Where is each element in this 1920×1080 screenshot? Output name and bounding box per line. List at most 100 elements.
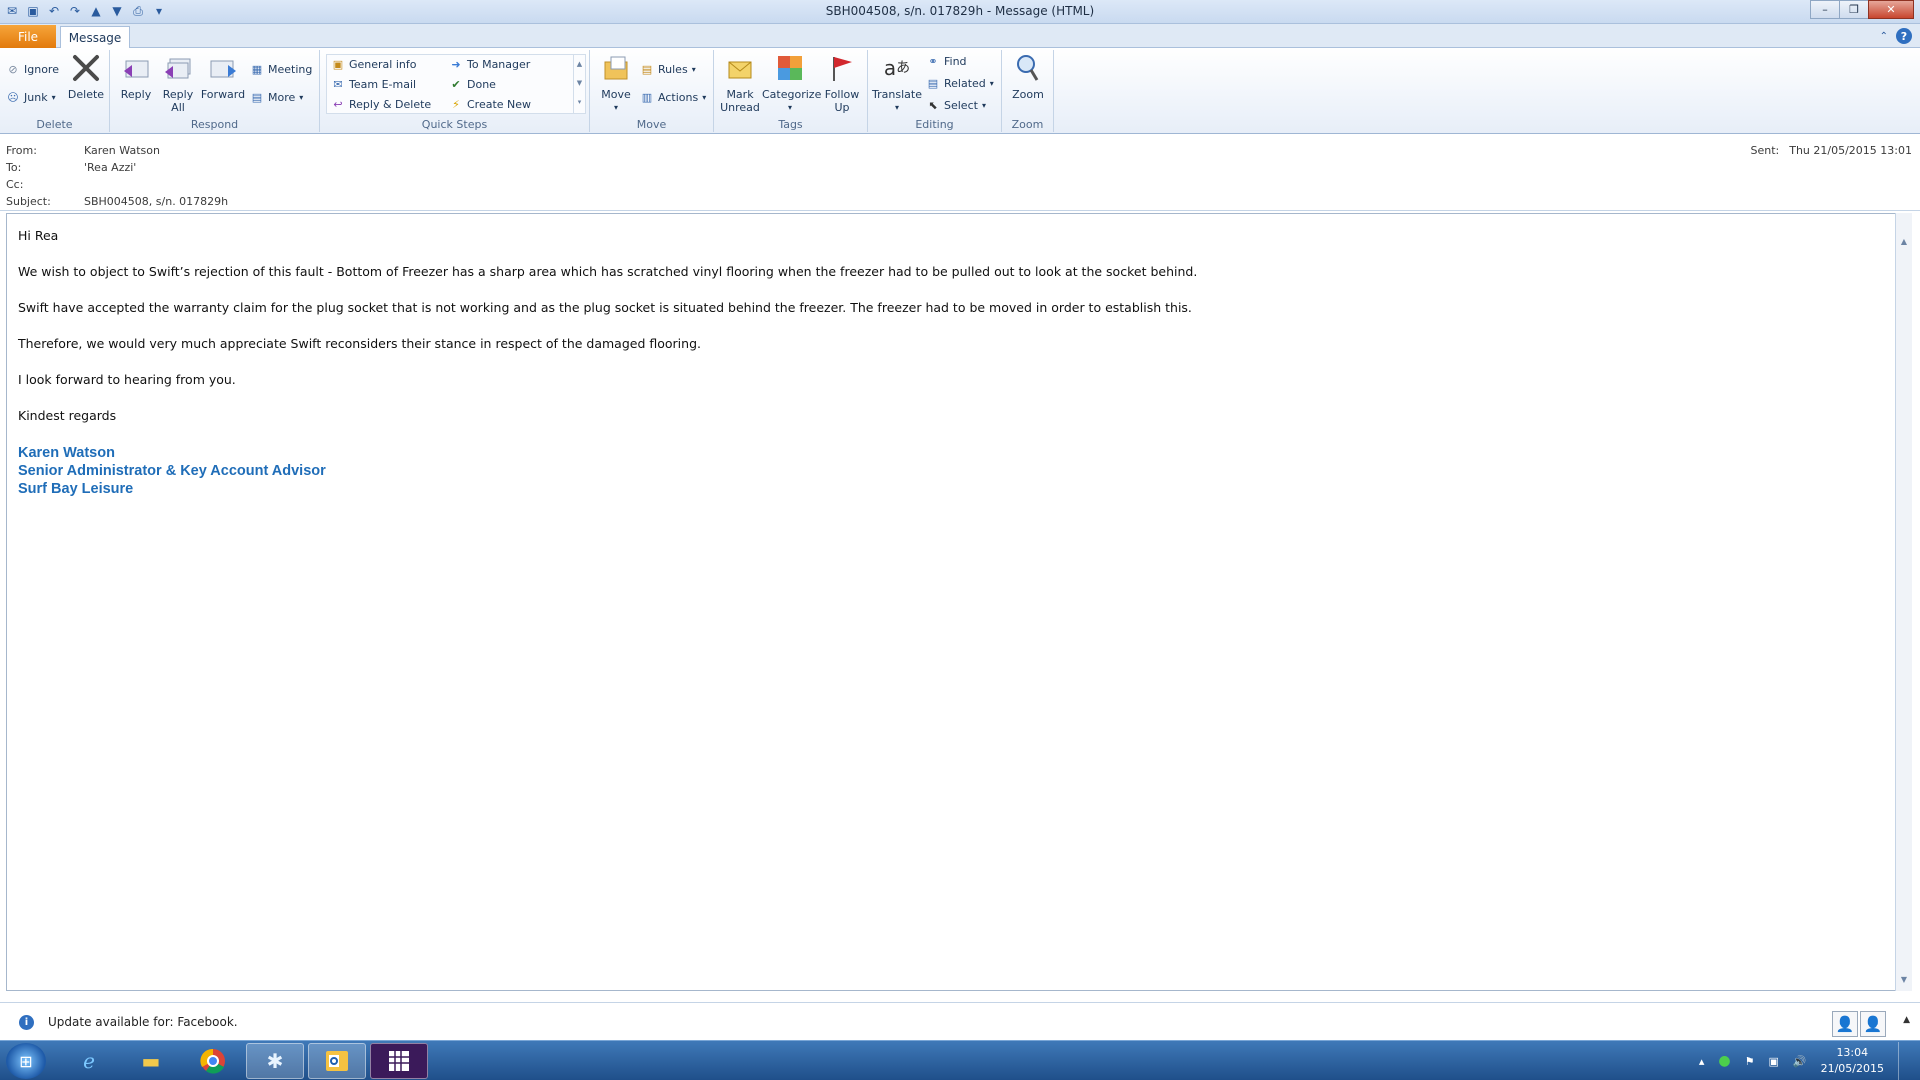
mark-unread-button[interactable]: Mark Unread (720, 52, 760, 114)
group-label-delete: Delete (36, 118, 73, 131)
calendar-grid-icon[interactable] (370, 1043, 428, 1079)
person-icon[interactable]: 👤 (1832, 1011, 1858, 1037)
group-label-zoom: Zoom (1011, 118, 1044, 131)
rules-icon: ▤ (641, 62, 653, 76)
chevron-down-icon: ▾ (299, 92, 304, 102)
chevron-down-icon: ▾ (989, 78, 994, 88)
magnifier-icon (1012, 52, 1044, 84)
from-value[interactable]: Karen Watson (84, 144, 160, 157)
body-paragraph: Therefore, we would very much appreciate… (18, 336, 701, 351)
group-tags: Mark Unread Categorize ▾ Follow Up Tags (714, 50, 868, 132)
junk-icon: ☹ (7, 90, 19, 104)
select-button[interactable]: ⬉ Select ▾ (926, 98, 986, 112)
greeting: Hi Rea (18, 228, 59, 243)
to-value[interactable]: 'Rea Azzi' (84, 161, 136, 174)
group-label-move: Move (636, 118, 667, 131)
tab-message[interactable]: Message (60, 26, 130, 49)
network-icon[interactable]: ▣ (1768, 1055, 1778, 1068)
file-explorer-icon[interactable]: ▬ (122, 1043, 180, 1079)
tab-file[interactable]: File (0, 25, 56, 48)
group-label-respond: Respond (190, 118, 239, 131)
quickstep-to-manager[interactable]: ➜ To Manager (449, 57, 530, 71)
reply-button[interactable]: Reply (116, 52, 156, 101)
help-icon[interactable]: ? (1896, 28, 1912, 44)
forward-to-manager-icon: ➜ (451, 57, 461, 71)
actions-button[interactable]: ▥ Actions ▾ (640, 90, 706, 104)
vertical-scrollbar[interactable]: ▲ ▼ (1895, 213, 1912, 991)
forward-button[interactable]: Forward (200, 52, 246, 101)
ignore-button[interactable]: ⊘ Ignore (6, 62, 59, 76)
update-notice[interactable]: Update available for: Facebook. (48, 1015, 238, 1029)
move-button[interactable]: Move ▾ (596, 52, 636, 114)
window-title: SBH004508, s/n. 017829h - Message (HTML) (825, 4, 1095, 18)
show-hidden-icons[interactable]: ▴ (1699, 1055, 1705, 1068)
scroll-down-icon[interactable]: ▼ (1898, 975, 1910, 987)
quick-steps-scroll[interactable]: ▲ ▼ ▾ (573, 55, 585, 113)
body-paragraph: I look forward to hearing from you. (18, 372, 236, 387)
clock[interactable]: 13:04 21/05/2015 (1821, 1045, 1884, 1077)
group-respond: Reply Reply All Forward ▦ Meeting ▤ More… (110, 50, 320, 132)
move-folder-icon (600, 52, 632, 84)
message-header: From: Karen Watson To: 'Rea Azzi' Cc: Su… (0, 135, 1920, 211)
delete-button[interactable]: Delete (66, 52, 106, 101)
outlook-icon[interactable] (308, 1043, 366, 1079)
quickstep-general-info[interactable]: ▣ General info (331, 57, 417, 71)
reply-all-icon (162, 52, 194, 84)
group-label-quick-steps: Quick Steps (421, 118, 488, 131)
cursor-icon: ⬉ (928, 98, 938, 112)
ignore-icon: ⊘ (8, 62, 18, 76)
title-bar: ✉ ▣ ↶ ↷ ▲ ▼ ⎙ ▾ SBH004508, s/n. 017829h … (0, 0, 1920, 24)
internet-explorer-icon[interactable]: ℯ (60, 1043, 118, 1079)
quickstep-done[interactable]: ✔ Done (449, 77, 496, 91)
chevron-down-icon: ▾ (613, 103, 618, 112)
person-icon[interactable]: 👤 (1860, 1011, 1886, 1037)
group-label-editing: Editing (915, 118, 954, 131)
lightning-icon: ⚡ (452, 97, 460, 111)
reply-delete-icon: ↩ (333, 97, 343, 111)
action-center-flag-icon[interactable]: ⚑ (1745, 1055, 1755, 1068)
sent-info: Sent: Thu 21/05/2015 13:01 (1750, 144, 1912, 157)
signature-company: Surf Bay Leisure (18, 481, 134, 497)
follow-up-button[interactable]: Follow Up (820, 52, 864, 114)
close-button[interactable]: ✕ (1868, 0, 1914, 19)
rules-button[interactable]: ▤ Rules ▾ (640, 62, 696, 76)
meeting-button[interactable]: ▦ Meeting (250, 62, 313, 76)
windows-taskbar: ⊞ ℯ ▬ ✱ ▴ ● ⚑ ▣ 🔊 13:04 21/05/2015 (0, 1040, 1920, 1080)
status-green-icon[interactable]: ● (1718, 1053, 1730, 1069)
app-person-icon[interactable]: ✱ (246, 1043, 304, 1079)
ribbon: ⊘ Ignore ☹ Junk ▾ Delete Delete Reply Rep… (0, 48, 1920, 134)
chevron-down-icon: ▾ (981, 100, 986, 110)
expand-people-pane-icon[interactable]: ▲ (1903, 1015, 1910, 1025)
reply-all-button[interactable]: Reply All (158, 52, 198, 114)
collapse-ribbon-icon[interactable]: ⌃ (1880, 31, 1888, 42)
group-editing: aあ Translate ▾ ⚭ Find ▤ Related ▾ ⬉ Select… (868, 50, 1002, 132)
more-button[interactable]: ▤ More ▾ (250, 90, 304, 104)
more-icon: ▤ (251, 90, 263, 104)
body-paragraph: We wish to object to Swift’s rejection o… (18, 264, 1198, 279)
volume-icon[interactable]: 🔊 (1793, 1055, 1807, 1068)
categorize-button[interactable]: Categorize ▾ (762, 52, 821, 114)
junk-button[interactable]: ☹ Junk ▾ (6, 90, 55, 104)
translate-button[interactable]: aあ Translate ▾ (872, 52, 922, 114)
signature-title: Senior Administrator & Key Account Advis… (18, 463, 326, 479)
categorize-icon (774, 52, 806, 84)
closing: Kindest regards (18, 408, 117, 423)
actions-icon: ▥ (641, 90, 653, 104)
chrome-icon[interactable] (184, 1043, 242, 1079)
related-button[interactable]: ▤ Related ▾ (926, 76, 994, 90)
reply-icon (120, 52, 152, 84)
sent-value: Thu 21/05/2015 13:01 (1789, 144, 1912, 157)
scroll-up-icon[interactable]: ▲ (1898, 237, 1910, 249)
quickstep-create-new[interactable]: ⚡ Create New (449, 97, 531, 111)
quickstep-reply-delete[interactable]: ↩ Reply & Delete (331, 97, 431, 111)
message-body[interactable]: Hi Rea We wish to object to Swift’s reje… (6, 213, 1896, 991)
restore-button[interactable]: ❐ (1839, 0, 1869, 19)
group-zoom: Zoom Zoom (1002, 50, 1054, 132)
related-icon: ▤ (927, 76, 939, 90)
quickstep-team-email[interactable]: ✉ Team E-mail (331, 77, 416, 91)
windows-start-icon[interactable]: ⊞ (6, 1043, 46, 1079)
minimize-button[interactable]: – (1810, 0, 1840, 19)
find-button[interactable]: ⚭ Find (926, 54, 966, 68)
show-desktop-button[interactable] (1898, 1042, 1908, 1080)
zoom-button[interactable]: Zoom (1006, 52, 1050, 101)
